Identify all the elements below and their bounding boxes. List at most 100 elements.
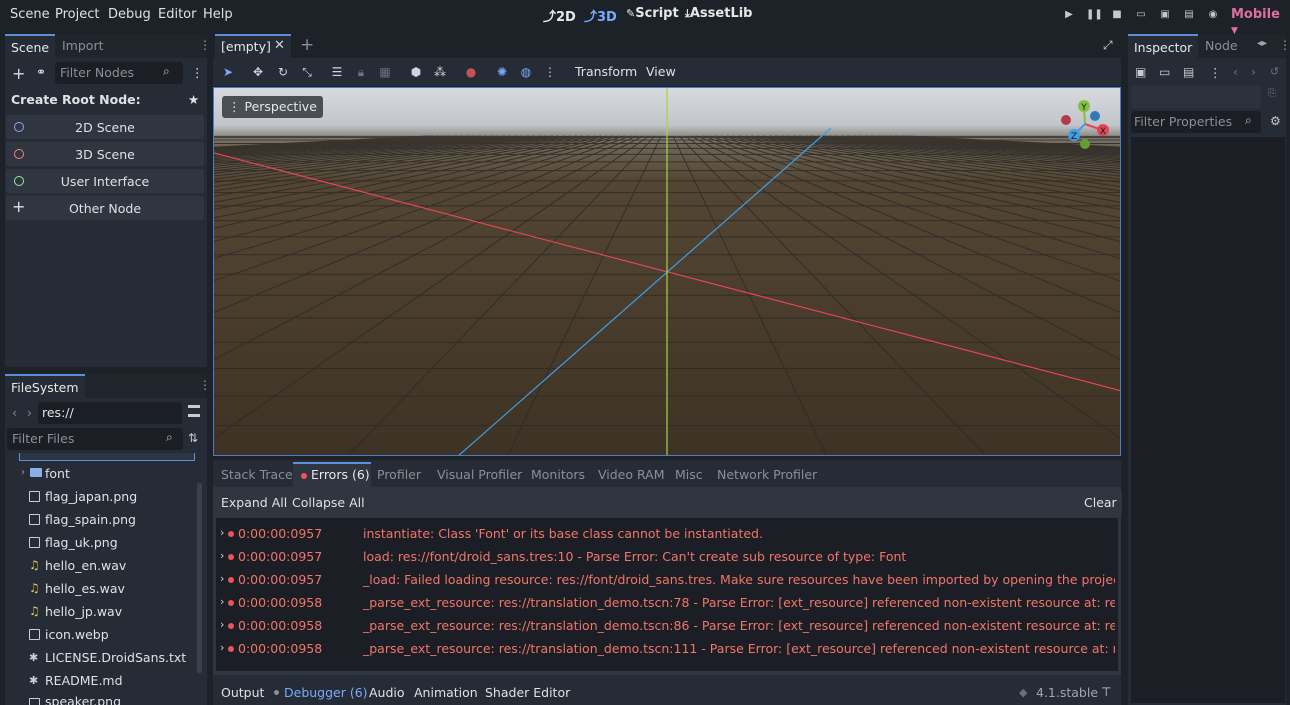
tab-errors[interactable]: Errors (6) (293, 462, 371, 487)
history-back-icon[interactable]: ‹ (1233, 64, 1238, 79)
load-resource-icon[interactable]: ▭ (1159, 65, 1170, 79)
tab-visual-profiler[interactable]: Visual Profiler (437, 467, 522, 482)
perspective-button[interactable]: ⋮ Perspective (222, 96, 323, 118)
tab-assetlib[interactable]: ⤓AssetLib (685, 6, 753, 21)
menu-project[interactable]: Project (55, 7, 99, 22)
view-menu[interactable]: View (646, 64, 676, 79)
remote-debug-icon[interactable]: ▭ (1134, 8, 1148, 22)
expand-all-button[interactable]: Expand All (216, 492, 293, 514)
select-tool-icon[interactable]: ➤ (220, 64, 236, 80)
doc-icon[interactable]: ⎘ (1268, 88, 1276, 99)
sun-preview-icon[interactable]: ✺ (494, 64, 510, 80)
list-item[interactable]: icon.webp (45, 627, 109, 642)
lock-icon[interactable]: 🔒︎ (353, 64, 369, 80)
save-resource-icon[interactable]: ▤ (1183, 65, 1194, 79)
dock-menu-icon[interactable]: ⋮ (199, 378, 211, 392)
local-space-icon[interactable]: ⬢ (408, 64, 424, 80)
tab-script[interactable]: ✎Script (626, 6, 679, 21)
filter-properties-input[interactable]: Filter Properties ⌕ (1131, 111, 1261, 133)
list-item[interactable]: font (45, 466, 70, 481)
table-row[interactable]: › 0:00:00:0957 _load: Failed loading reso… (220, 572, 1115, 592)
2d-scene-button[interactable]: 2D Scene (6, 115, 204, 139)
play-icon[interactable]: ▶ (1062, 8, 1076, 22)
transform-menu[interactable]: Transform (575, 64, 637, 79)
tab-node[interactable]: Node (1199, 34, 1244, 58)
sort-icon[interactable]: ⇅ (188, 431, 198, 445)
tab-audio[interactable]: Audio (369, 685, 405, 700)
table-row[interactable]: › 0:00:00:0957 load: res://font/droid_san… (220, 549, 1115, 569)
history-icon[interactable]: ↺ (1270, 65, 1279, 78)
tab-debugger[interactable]: Debugger (6) (284, 685, 368, 700)
camera-preview-icon[interactable]: ● (463, 64, 479, 80)
resource-menu-icon[interactable]: ⋮ (1209, 65, 1222, 80)
list-item[interactable]: LICENSE.DroidSans.txt (45, 650, 186, 665)
clear-button[interactable]: Clear (1079, 492, 1122, 514)
new-resource-icon[interactable]: ▣ (1135, 65, 1146, 79)
history-forward-icon[interactable]: › (1251, 64, 1256, 79)
tab-profiler[interactable]: Profiler (377, 467, 421, 482)
rotate-tool-icon[interactable]: ↻ (275, 64, 291, 80)
scale-tool-icon[interactable]: ⤡ (299, 64, 315, 80)
user-interface-button[interactable]: User Interface (6, 169, 204, 193)
orientation-gizmo[interactable]: Y X Z (1052, 96, 1121, 156)
play-custom-icon[interactable]: ▤ (1182, 8, 1196, 22)
pause-icon[interactable]: ❚❚ (1086, 8, 1103, 22)
pin-panel-icon[interactable]: ⊤ (1101, 685, 1111, 699)
tab-network-profiler[interactable]: Network Profiler (717, 467, 817, 482)
table-row[interactable]: › 0:00:00:0958 _parse_ext_resource: res:/… (220, 618, 1115, 638)
tab-scene[interactable]: Scene (5, 34, 56, 58)
list-select-icon[interactable]: ☰ (329, 64, 345, 80)
split-mode-icon[interactable] (188, 405, 200, 417)
list-item[interactable]: hello_jp.wav (45, 604, 122, 619)
new-scene-icon[interactable]: + (300, 35, 314, 55)
tab-video-ram[interactable]: Video RAM (598, 467, 665, 482)
list-item[interactable]: flag_uk.png (45, 535, 118, 550)
renderer-select[interactable]: Mobile ▼ (1231, 7, 1290, 37)
tab-filesystem[interactable]: FileSystem (5, 374, 85, 398)
tab-3d[interactable]: ⤴3D (584, 6, 617, 25)
move-tool-icon[interactable]: ✥ (250, 64, 266, 80)
scrollbar[interactable] (197, 483, 202, 673)
collapse-all-button[interactable]: Collapse All (287, 492, 370, 514)
inspector-options-icon[interactable]: ⚙ (1270, 114, 1281, 128)
snap-icon[interactable]: ⁂ (432, 64, 448, 80)
path-field[interactable]: res:// (38, 402, 182, 424)
other-node-button[interactable]: + Other Node (6, 196, 204, 220)
group-icon[interactable]: ▦ (377, 64, 393, 80)
close-icon[interactable]: ✕ (274, 38, 285, 53)
movie-maker-icon[interactable]: ◉ (1206, 8, 1220, 22)
expand-arrow-icon[interactable]: › (21, 467, 25, 478)
tab-2d[interactable]: ⤴2D (543, 6, 576, 25)
link-icon[interactable]: ⚭ (36, 65, 46, 79)
table-row[interactable]: › 0:00:00:0958 _parse_ext_resource: res:/… (220, 641, 1115, 661)
menu-scene[interactable]: Scene (10, 7, 50, 22)
tab-output[interactable]: Output (221, 685, 264, 700)
dock-menu-icon[interactable]: ⋮ (1279, 38, 1290, 52)
tab-animation[interactable]: Animation (414, 685, 478, 700)
menu-debug[interactable]: Debug (108, 7, 151, 22)
dock-menu-icon[interactable]: ⋮ (199, 38, 211, 52)
more-options-icon[interactable]: ⋮ (542, 64, 558, 80)
tab-stack-trace[interactable]: Stack Trace (221, 467, 293, 482)
menu-help[interactable]: Help (203, 7, 233, 22)
list-item[interactable]: hello_en.wav (45, 558, 126, 573)
filter-nodes-input[interactable]: Filter Nodes ⌕ (55, 62, 183, 84)
dock-arrows-icon[interactable]: ◂▸ (1257, 38, 1267, 49)
tab-empty-scene[interactable]: [empty] ✕ (215, 34, 291, 58)
list-item[interactable]: flag_japan.png (45, 489, 137, 504)
menu-editor[interactable]: Editor (158, 7, 196, 22)
stop-icon[interactable]: ■ (1110, 8, 1124, 22)
tab-monitors[interactable]: Monitors (531, 467, 585, 482)
3d-scene-button[interactable]: 3D Scene (6, 142, 204, 166)
filter-files-input[interactable]: Filter Files ⌕ (7, 428, 183, 450)
list-item[interactable]: flag_spain.png (45, 512, 136, 527)
scene-options-icon[interactable]: ⋮ (191, 65, 204, 80)
add-node-icon[interactable]: + (12, 64, 25, 83)
list-item[interactable]: README.md (45, 673, 123, 688)
table-row[interactable]: › 0:00:00:0958 _parse_ext_resource: res:/… (220, 595, 1115, 615)
tab-shader-editor[interactable]: Shader Editor (485, 685, 570, 700)
tab-import[interactable]: Import (56, 34, 110, 58)
list-item[interactable]: speaker.png (45, 694, 121, 705)
favorites-star-icon[interactable]: ★ (188, 92, 199, 107)
tab-inspector[interactable]: Inspector (1128, 34, 1199, 58)
